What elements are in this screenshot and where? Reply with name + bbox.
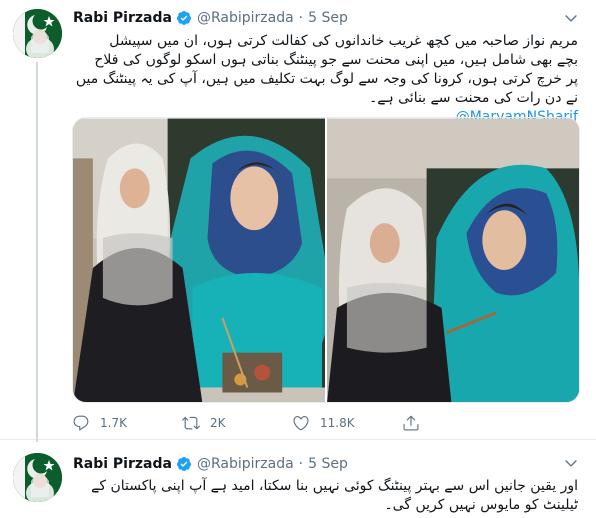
separator-dot: · <box>298 456 304 472</box>
like-icon <box>292 414 310 432</box>
tweet-text-line: مریم نواز صاحبہ میں کچھ غریب خاندانوں کی… <box>109 33 578 49</box>
tweet-timestamp[interactable]: 5 Sep <box>308 10 348 26</box>
verified-badge-icon <box>176 456 192 472</box>
tweet-timestamp[interactable]: 5 Sep <box>308 456 348 472</box>
photo-artist-painting-right[interactable] <box>327 118 579 403</box>
tweet-actions: 1.7K 2K 11.8K <box>72 414 512 434</box>
chevron-down-icon[interactable] <box>562 9 580 27</box>
retweet-count: 2K <box>210 416 226 430</box>
tweet[interactable]: Rabi Pirzada @Rabipirzada · 5 Sep اور یق… <box>0 441 596 518</box>
photo-artist-painting-left[interactable] <box>73 118 325 403</box>
tweet-text: اور یقین جانیں اس سے بہتر پینٹنگ کوئی نہ… <box>73 477 578 515</box>
tweet-text-line: اور یقین جانیں اس سے بہتر پینٹنگ کوئی نہ… <box>91 478 578 494</box>
author-name[interactable]: Rabi Pirzada <box>73 10 172 26</box>
tweet-text-line: ٹیلینٹ کو مایوس نہیں کریں گی۔ <box>384 497 578 513</box>
author-name[interactable]: Rabi Pirzada <box>73 456 172 472</box>
tweet-media[interactable] <box>72 117 580 403</box>
retweet-icon <box>182 414 200 432</box>
tweet-text-line: نے دن رات کی محنت سے بنائی ہے۔ <box>369 90 578 106</box>
avatar-image <box>13 9 62 58</box>
tweet-header: Rabi Pirzada @Rabipirzada · 5 Sep <box>73 454 348 474</box>
reply-button[interactable]: 1.7K <box>72 414 127 432</box>
like-button[interactable]: 11.8K <box>292 414 355 432</box>
share-button[interactable] <box>402 414 430 432</box>
avatar[interactable] <box>13 453 62 502</box>
thread-connector-line <box>36 62 38 442</box>
tweet[interactable]: Rabi Pirzada @Rabipirzada · 5 Sep مریم ن… <box>0 0 596 442</box>
share-icon <box>402 414 420 432</box>
tweet-text-line: بچے بھی شامل ہیں، میں اپنی محنت سے جو پی… <box>94 52 578 68</box>
like-count: 11.8K <box>320 416 355 430</box>
tweet-header: Rabi Pirzada @Rabipirzada · 5 Sep <box>73 8 348 28</box>
author-handle[interactable]: @Rabipirzada <box>197 10 294 26</box>
chevron-down-icon[interactable] <box>562 454 580 472</box>
tweet-text: مریم نواز صاحبہ میں کچھ غریب خاندانوں کی… <box>73 32 578 127</box>
verified-badge-icon <box>176 10 192 26</box>
author-handle[interactable]: @Rabipirzada <box>197 456 294 472</box>
avatar-image <box>13 453 62 502</box>
retweet-button[interactable]: 2K <box>182 414 226 432</box>
reply-count: 1.7K <box>100 416 127 430</box>
avatar[interactable] <box>13 9 62 58</box>
separator-dot: · <box>298 10 304 26</box>
tweet-text-line: پر خرچ کرتی ہوں، کرونا کی وجہ سے لوگ بہت… <box>75 71 578 87</box>
reply-icon <box>72 414 90 432</box>
